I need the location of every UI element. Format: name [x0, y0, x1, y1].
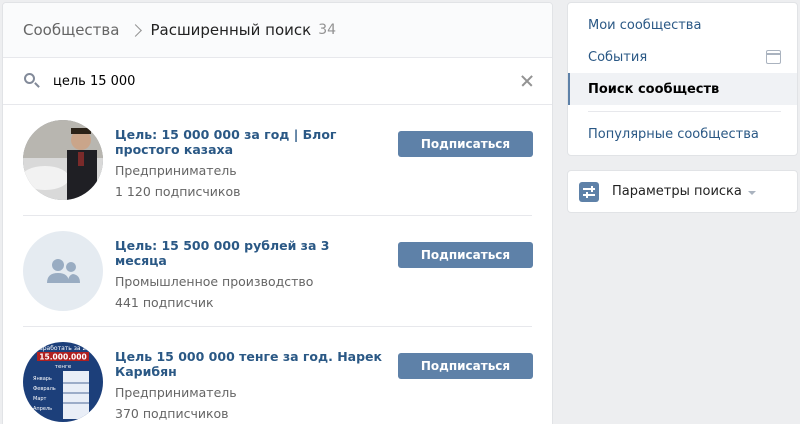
community-info: Цель 15 000 000 тенге за год. Нарек Кари…: [115, 349, 385, 421]
avatar-currency: тенге: [55, 364, 72, 370]
search-icon: [23, 72, 41, 90]
sidebar-item-label: Мои сообщества: [588, 17, 702, 33]
page-title: Расширенный поиск: [150, 21, 312, 39]
subscriber-count: 441 подписчик: [115, 295, 214, 310]
close-icon[interactable]: [520, 74, 534, 88]
avatar-month: Январь: [33, 376, 52, 382]
search-bar: [3, 58, 552, 105]
breadcrumb-communities[interactable]: Сообщества: [23, 21, 119, 39]
subscriber-count: 1 120 подписчиков: [115, 184, 241, 199]
chevron-right-icon: [129, 23, 143, 37]
calendar-icon[interactable]: [766, 50, 781, 64]
subscriber-count: 370 подписчиков: [115, 406, 229, 421]
result-count: 34: [318, 22, 337, 38]
community-placeholder-icon: [47, 259, 80, 283]
search-params-toggle[interactable]: Параметры поиска: [567, 170, 798, 213]
sidebar-item-label: Популярные сообщества: [588, 126, 759, 142]
list-item: Цель: 15 000 000 за год | Блог простого …: [23, 105, 533, 216]
sidebar-item-label: Поиск сообществ: [588, 81, 720, 97]
list-item: заработать за 20 15.000.000 тенге Январь…: [23, 327, 533, 424]
subscribe-button[interactable]: Подписаться: [398, 131, 533, 157]
avatar[interactable]: заработать за 20 15.000.000 тенге Январь…: [23, 342, 103, 422]
search-params-label: Параметры поиска: [612, 184, 742, 199]
search-input[interactable]: [53, 73, 520, 89]
community-info: Цель: 15 500 000 рублей за 3 месяца Пром…: [115, 238, 385, 310]
community-name[interactable]: Цель: 15 500 000 рублей за 3 месяца: [115, 238, 385, 268]
avatar-month: Март: [33, 396, 47, 402]
sidebar-item-events[interactable]: События: [568, 41, 797, 73]
sidebar-item-label: События: [588, 49, 648, 65]
sidebar-menu: Мои сообщества События Поиск сообществ П…: [567, 2, 798, 156]
community-name[interactable]: Цель: 15 000 000 за год | Блог простого …: [115, 127, 385, 157]
main-panel: Сообщества Расширенный поиск 34 Цель: 15…: [2, 2, 553, 424]
avatar-amount: 15.000.000: [39, 353, 86, 362]
avatar-caption: заработать за 20: [36, 345, 90, 352]
sliders-icon: [579, 181, 599, 202]
avatar-month: Февраль: [33, 386, 56, 392]
community-type: Предприниматель: [115, 385, 237, 400]
avatar-month: Апрель: [33, 406, 52, 412]
sidebar-item-community-search[interactable]: Поиск сообществ: [568, 73, 797, 105]
community-info: Цель: 15 000 000 за год | Блог простого …: [115, 127, 385, 199]
sidebar-item-popular[interactable]: Популярные сообщества: [568, 118, 797, 150]
chevron-down-icon: [747, 190, 756, 195]
avatar[interactable]: [23, 231, 103, 311]
divider: [588, 111, 781, 112]
subscribe-button[interactable]: Подписаться: [398, 242, 533, 268]
community-type: Предприниматель: [115, 163, 237, 178]
community-name[interactable]: Цель 15 000 000 тенге за год. Нарек Кари…: [115, 349, 385, 379]
community-type: Промышленное производство: [115, 274, 314, 289]
sidebar-item-my-communities[interactable]: Мои сообщества: [568, 9, 797, 41]
avatar[interactable]: [23, 120, 103, 200]
subscribe-button[interactable]: Подписаться: [398, 353, 533, 379]
list-item: Цель: 15 500 000 рублей за 3 месяца Пром…: [23, 216, 533, 327]
page-header: Сообщества Расширенный поиск 34: [3, 3, 552, 58]
